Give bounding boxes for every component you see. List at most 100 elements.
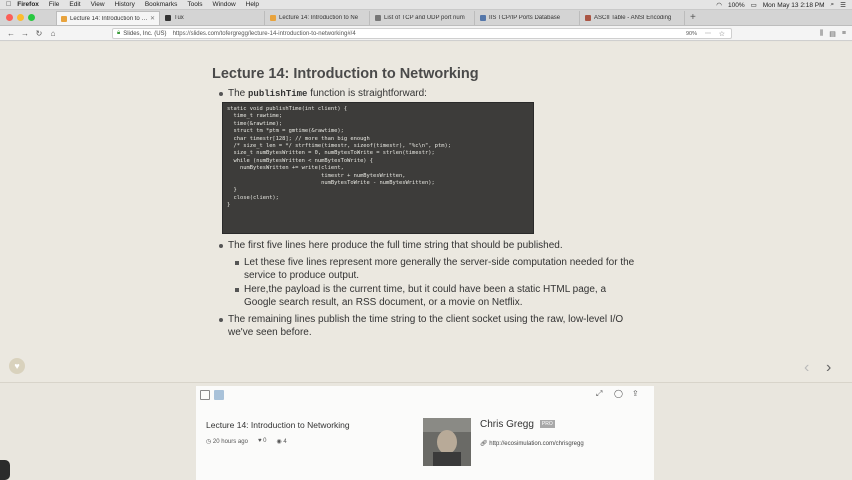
wikipedia-favicon-icon [375,15,381,21]
menu-tools[interactable]: Tools [187,1,202,8]
tab-title: Lecture 14: Introduction to Ne [279,15,359,21]
window-controls [6,14,35,21]
site-identity[interactable]: Slides, Inc. (US) [123,31,166,37]
menu-bookmarks[interactable]: Bookmarks [145,1,178,8]
close-tab-icon[interactable]: ✕ [150,15,155,22]
code-text: static void publishTime(int client) { ti… [227,106,451,209]
minimize-window-icon[interactable] [17,14,24,21]
bullet-text: The first five lines here produce the fu… [228,240,563,251]
bullet-text: Here,the payload is the current time, bu… [244,284,607,308]
posted-text: 20 hours ago [212,439,248,445]
bullet-dot [219,244,223,248]
tab-lecture-14-b[interactable]: Lecture 14: Introduction to Ne [266,11,370,25]
menu-firefox[interactable]: Firefox [17,1,39,8]
forward-icon[interactable]: → [18,27,32,40]
sub-bullet-square [235,288,239,292]
tab-strip: Lecture 14: Introduction to Net ✕ Tux Le… [0,10,852,26]
tab-title: ASCII Table - ANSI Encoding [594,15,672,21]
embed-icon[interactable] [200,390,210,400]
view-count: ◉ 4 [276,439,287,445]
apple-menu-icon[interactable]:  [6,1,11,8]
posted-time: ◷ 20 hours ago [206,439,248,445]
home-icon[interactable]: ⌂ [46,27,60,40]
address-bar[interactable]: 🔒︎ Slides, Inc. (US) https://slides.com/… [112,28,732,39]
hamburger-menu-icon[interactable]: ≡ [842,30,846,37]
sidebar-icon[interactable]: ▤ [829,30,836,38]
share-icon[interactable]: ⇪ [632,389,639,398]
view-count-text: 4 [283,439,287,445]
deck-meta: ◷ 20 hours ago ♥ 0 ◉ 4 [206,438,287,445]
slides-favicon-icon [61,15,67,22]
deck-title[interactable]: Lecture 14: Introduction to Networking [206,420,350,430]
info-toolbar: ⤢ ◯ ⇪ [196,386,654,406]
page-actions-icon[interactable]: ⋯ [705,30,711,37]
zoom-window-icon[interactable] [28,14,35,21]
intro-bullet: The publishTime function is straightforw… [219,88,628,101]
bookmark-star-icon[interactable]: ☆ [719,30,725,38]
deck-info-panel: ⤢ ◯ ⇪ Lecture 14: Introduction to Networ… [196,386,654,480]
corner-tab[interactable] [0,460,10,480]
url-text[interactable]: https://slides.com/tofergregg/lecture-14… [173,31,356,37]
menu-file[interactable]: File [49,1,59,8]
close-window-icon[interactable] [6,14,13,21]
author-website[interactable]: 🔗︎ http://ecosimulation.com/chrisgregg [480,440,584,447]
author-url-text[interactable]: http://ecosimulation.com/chrisgregg [489,441,583,447]
bullet-text: The remaining lines publish the time str… [228,314,624,338]
back-icon[interactable]: ← [4,27,18,40]
twitter-icon[interactable] [214,390,224,400]
slide: Lecture 14: Introduction to Networking T… [212,62,644,362]
menu-edit[interactable]: Edit [69,1,80,8]
menu-view[interactable]: View [91,1,105,8]
lock-icon[interactable]: 🔒︎ [117,30,120,37]
sub-bullet-payload: Here,the payload is the current time, bu… [235,284,640,309]
author-avatar[interactable] [423,418,471,466]
tab-port-list[interactable]: List of TCP and UDP port num [371,11,475,25]
slide-title: Lecture 14: Introduction to Networking [212,66,479,82]
author-name-text[interactable]: Chris Gregg [480,419,534,430]
tab-ascii-table[interactable]: ASCII Table - ANSI Encoding [581,11,685,25]
tab-lecture-14[interactable]: Lecture 14: Introduction to Net ✕ [56,11,160,25]
divider [0,382,852,383]
intro-text-pre: The [228,88,249,99]
prev-slide-icon[interactable]: ‹ [804,359,809,377]
menu-bar:  Firefox File Edit View History Bookmar… [0,0,852,10]
wifi-icon[interactable]: ◠ [716,1,722,9]
battery-icon[interactable]: ▭ [751,1,757,9]
site-favicon-icon [585,15,591,21]
menu-window[interactable]: Window [213,1,236,8]
new-tab-icon[interactable]: + [690,11,696,25]
tab-tux[interactable]: Tux [161,11,265,25]
library-icon[interactable]: ⫼ [820,30,823,38]
tab-title: IIS TCP/IP Ports Database [489,15,561,21]
comment-icon[interactable]: ◯ [614,389,623,398]
like-count-text: 0 [263,438,267,444]
battery-percent[interactable]: 100% [728,2,745,9]
fullscreen-icon[interactable]: ⤢ [596,389,602,399]
pro-badge: PRO [539,420,555,429]
next-slide-icon[interactable]: › [826,359,831,377]
bullet-first-five-lines: The first five lines here produce the fu… [219,240,638,253]
bullet-remaining-lines: The remaining lines publish the time str… [219,314,640,339]
spotlight-icon[interactable]: ⌕ [831,1,835,9]
author-name[interactable]: Chris Gregg PRO [480,419,555,430]
like-heart-icon[interactable]: ♥ [9,358,25,374]
tab-ports-database[interactable]: IIS TCP/IP Ports Database [476,11,580,25]
notification-center-icon[interactable]: ☰ [840,1,846,9]
slide-viewport: Lecture 14: Introduction to Networking T… [0,42,852,382]
intro-text-post: function is straightforward: [307,88,427,99]
menu-help[interactable]: Help [246,1,259,8]
code-block: static void publishTime(int client) { ti… [222,102,534,234]
bullet-dot [219,318,223,322]
toolbar-right: ⫼ ▤ ≡ [820,26,846,41]
menu-history[interactable]: History [115,1,135,8]
tux-favicon-icon [165,15,171,21]
sub-bullet-computation: Let these five lines represent more gene… [235,257,640,282]
zoom-level[interactable]: 90% [686,31,697,37]
slides-favicon-icon [270,15,276,21]
like-count[interactable]: ♥ 0 [258,438,267,445]
reload-icon[interactable]: ↻ [32,27,46,40]
clock[interactable]: Mon May 13 2:18 PM [763,2,825,9]
tab-title: Tux [174,15,184,21]
tab-title: List of TCP and UDP port num [384,15,465,21]
bullet-dot [219,92,223,96]
